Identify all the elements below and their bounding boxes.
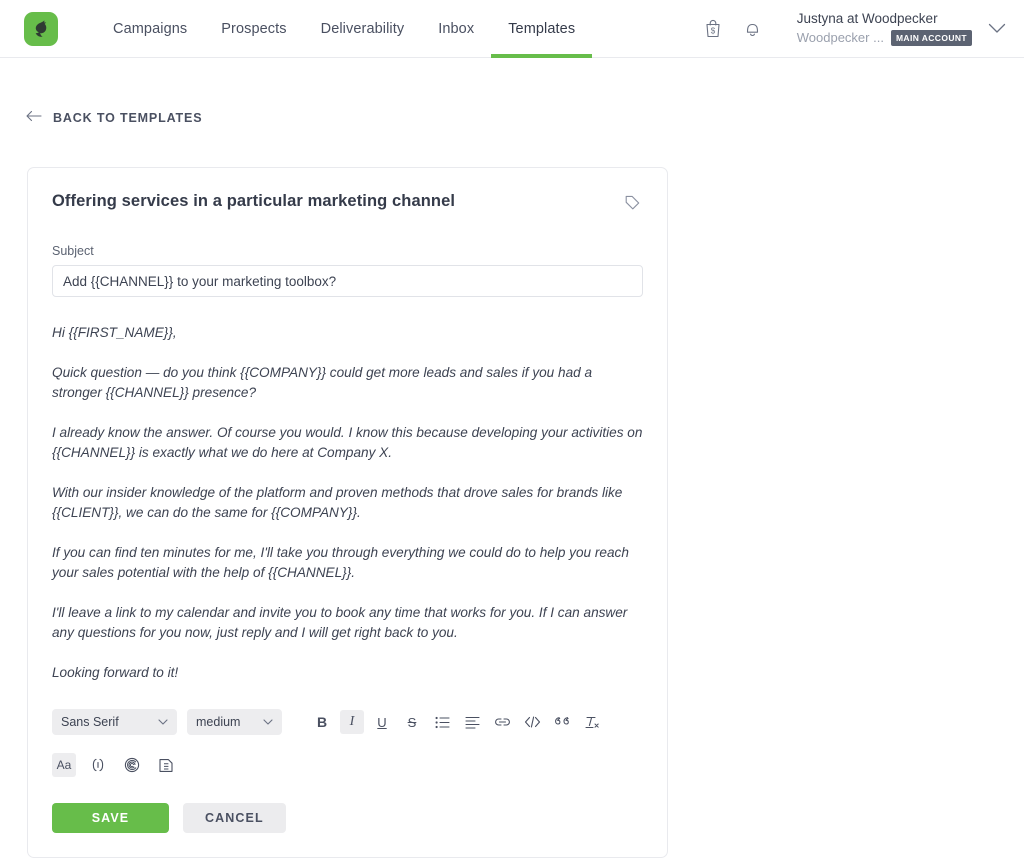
body-paragraph: I already know the answer. Of course you… <box>52 425 643 460</box>
main-account-badge: MAIN ACCOUNT <box>890 30 972 46</box>
subject-input[interactable] <box>52 265 643 297</box>
chevron-down-icon <box>249 719 273 725</box>
align-left-icon[interactable] <box>460 710 484 734</box>
header-right-tools: $ Justyna at Woodpecker Woodpecker ... M… <box>693 9 1006 49</box>
account-menu[interactable]: Justyna at Woodpecker Woodpecker ... MAI… <box>797 11 1006 46</box>
underline-glyph: U <box>377 714 387 730</box>
save-button[interactable]: SAVE <box>52 803 169 833</box>
arrow-left-icon <box>26 110 43 125</box>
template-editor-card: Offering services in a particular market… <box>27 167 668 858</box>
italic-glyph: I <box>349 714 355 729</box>
strikethrough-glyph: S <box>407 714 417 730</box>
main-navigation: Campaigns Prospects Deliverability Inbox… <box>96 0 593 58</box>
nav-item-deliverability[interactable]: Deliverability <box>304 0 422 58</box>
body-paragraph: If you can find ten minutes for me, I'll… <box>52 545 629 580</box>
nav-label: Templates <box>508 20 576 37</box>
account-organization: Woodpecker ... <box>796 29 884 45</box>
clear-formatting-icon[interactable] <box>580 710 604 734</box>
form-actions: SAVE CANCEL <box>52 803 643 833</box>
code-icon[interactable] <box>520 710 544 734</box>
svg-text:$: $ <box>711 26 716 35</box>
nav-label: Campaigns <box>113 20 188 37</box>
bell-icon[interactable] <box>733 9 773 49</box>
chevron-down-icon <box>144 719 168 725</box>
account-subline: Woodpecker ... MAIN ACCOUNT <box>797 30 972 46</box>
bullet-list-icon[interactable] <box>430 710 454 734</box>
cancel-button[interactable]: CANCEL <box>183 803 286 833</box>
account-name: Justyna at Woodpecker <box>796 10 938 26</box>
nav-label: Inbox <box>438 20 475 37</box>
editor-toolbar-row-2: Aa <box>52 753 643 777</box>
text-case-glyph: Aa <box>56 758 72 772</box>
nav-item-campaigns[interactable]: Campaigns <box>96 0 204 58</box>
snippet-icon[interactable] <box>86 753 110 777</box>
card-header: Offering services in a particular market… <box>52 192 643 218</box>
body-paragraph: Looking forward to it! <box>52 665 179 680</box>
font-size-value: medium <box>196 715 241 729</box>
subject-label: Subject <box>52 244 94 258</box>
body-paragraph: Hi {{FIRST_NAME}}, <box>52 325 177 340</box>
page-title: Offering services in a particular market… <box>52 192 456 210</box>
top-navigation-bar: Campaigns Prospects Deliverability Inbox… <box>0 0 1024 58</box>
italic-icon[interactable]: I <box>340 710 364 734</box>
blockquote-icon[interactable] <box>550 710 574 734</box>
body-paragraph: With our insider knowledge of the platfo… <box>52 485 623 520</box>
bold-glyph: B <box>316 714 328 730</box>
spiral-icon[interactable] <box>120 753 144 777</box>
underline-icon[interactable]: U <box>370 710 394 734</box>
tag-icon[interactable] <box>622 192 643 218</box>
nav-item-prospects[interactable]: Prospects <box>204 0 303 58</box>
account-text: Justyna at Woodpecker Woodpecker ... MAI… <box>797 11 972 46</box>
editor-toolbar-row-1: Sans Serif medium B I U S <box>52 709 643 735</box>
nav-label: Prospects <box>221 20 287 37</box>
font-family-select[interactable]: Sans Serif <box>52 709 177 735</box>
body-paragraph: Quick question — do you think {{COMPANY}… <box>52 365 593 400</box>
strikethrough-icon[interactable]: S <box>400 710 424 734</box>
back-to-templates-link[interactable]: BACK TO TEMPLATES <box>26 110 202 125</box>
insert-image-icon[interactable] <box>154 753 178 777</box>
woodpecker-logo-icon[interactable] <box>24 11 58 46</box>
chevron-down-icon[interactable] <box>988 23 1006 34</box>
back-link-label: BACK TO TEMPLATES <box>53 110 203 125</box>
nav-label: Deliverability <box>320 20 405 37</box>
font-size-select[interactable]: medium <box>187 709 282 735</box>
nav-item-inbox[interactable]: Inbox <box>421 0 491 58</box>
email-body-editor[interactable]: Hi {{FIRST_NAME}}, Quick question — do y… <box>52 323 643 683</box>
text-case-icon[interactable]: Aa <box>52 753 76 777</box>
nav-item-templates[interactable]: Templates <box>491 0 593 58</box>
link-icon[interactable] <box>490 710 514 734</box>
font-family-value: Sans Serif <box>61 715 119 729</box>
body-paragraph: I'll leave a link to my calendar and inv… <box>52 605 628 640</box>
bold-icon[interactable]: B <box>310 710 334 734</box>
shopping-bag-dollar-icon[interactable]: $ <box>693 9 733 49</box>
